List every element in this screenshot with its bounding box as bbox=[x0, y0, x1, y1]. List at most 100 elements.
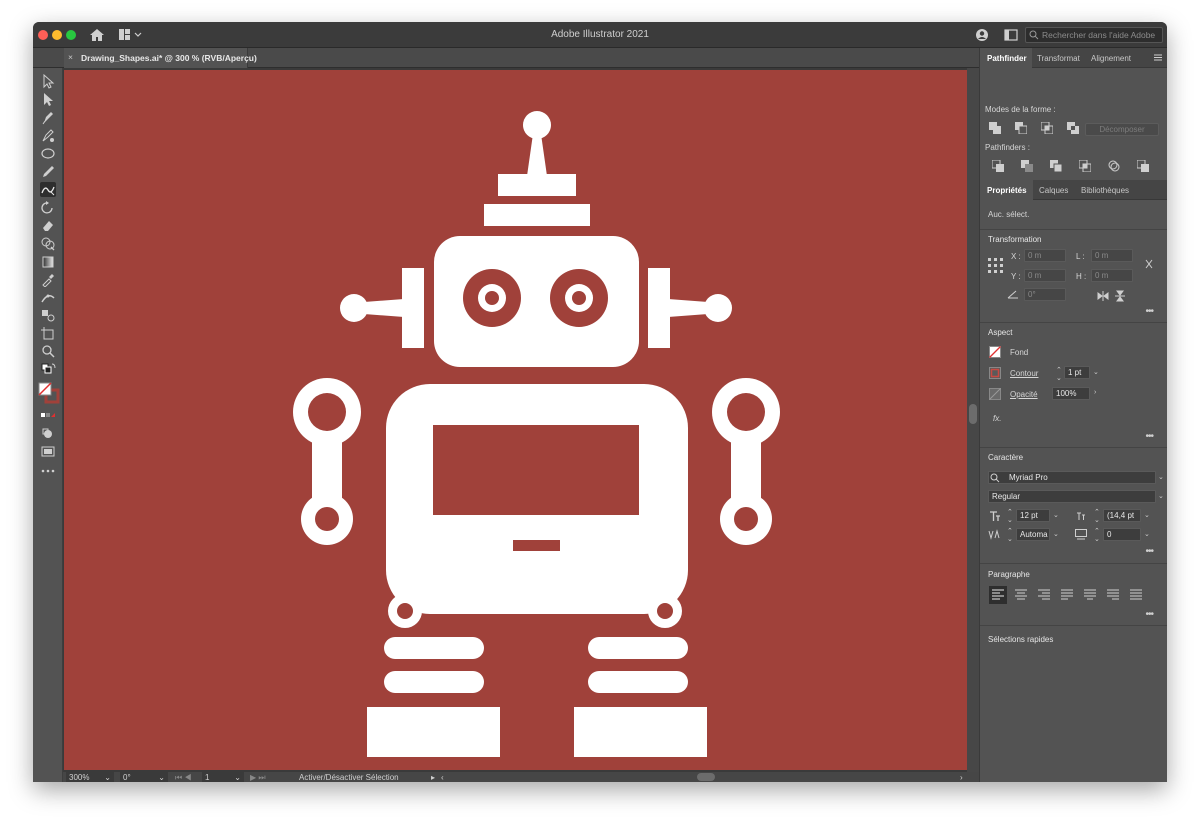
rotate-angle-field[interactable]: 0° bbox=[1024, 288, 1066, 301]
tab-libraries[interactable]: Bibliothèques bbox=[1081, 180, 1141, 200]
status-toggle-label[interactable]: Activer/Désactiver Sélection bbox=[299, 773, 399, 782]
panel-menu-icon[interactable] bbox=[1154, 53, 1162, 62]
close-document-icon[interactable]: × bbox=[68, 52, 73, 62]
robot-ear-left[interactable] bbox=[402, 268, 424, 348]
draw-mode-icon[interactable] bbox=[40, 426, 56, 441]
eraser-tool-icon[interactable] bbox=[40, 218, 56, 233]
robot-foot-right[interactable] bbox=[574, 707, 707, 757]
artboard-number-field[interactable]: 1 ⌄ bbox=[202, 772, 244, 782]
merge-icon[interactable] bbox=[1050, 160, 1062, 172]
stroke-stepper-icon[interactable]: ⌃ ⌄ bbox=[1056, 366, 1062, 382]
artboard[interactable] bbox=[64, 70, 968, 770]
curvature-tool-icon[interactable] bbox=[40, 128, 56, 143]
share-user-icon[interactable] bbox=[975, 28, 989, 42]
robot-ear-ball-left[interactable] bbox=[340, 294, 368, 322]
constrain-proportions-icon[interactable] bbox=[1143, 258, 1155, 270]
font-style-field[interactable]: Regular bbox=[988, 490, 1156, 503]
artboard-tool-icon[interactable] bbox=[40, 326, 56, 341]
font-family-dropdown-icon[interactable]: ⌄ bbox=[1158, 473, 1164, 481]
flip-horizontal-icon[interactable] bbox=[1097, 290, 1109, 302]
tracking-dropdown-icon[interactable]: ⌄ bbox=[1144, 530, 1150, 538]
rotation-field[interactable]: 0° ⌄ bbox=[120, 772, 168, 782]
y-field[interactable]: 0 m bbox=[1024, 269, 1066, 282]
robot-leg-ring-right-2[interactable] bbox=[588, 671, 688, 693]
justify-center-icon[interactable] bbox=[1084, 589, 1096, 601]
transform-more-icon[interactable]: ••• bbox=[1145, 306, 1153, 317]
width-tool-icon[interactable] bbox=[40, 290, 56, 305]
last-artboard-icon[interactable]: ▶ ⏭ bbox=[250, 773, 266, 782]
pen-tool-icon[interactable] bbox=[40, 110, 56, 125]
minus-back-icon[interactable] bbox=[1137, 160, 1149, 172]
height-field[interactable]: 0 m bbox=[1091, 269, 1133, 282]
opacity-field[interactable]: 100% bbox=[1052, 387, 1090, 400]
appearance-more-icon[interactable]: ••• bbox=[1145, 431, 1153, 442]
robot-antenna-base[interactable] bbox=[498, 174, 576, 196]
intersect-icon[interactable] bbox=[1041, 122, 1053, 134]
paragraph-more-icon[interactable]: ••• bbox=[1145, 609, 1153, 620]
width-field[interactable]: 0 m bbox=[1091, 249, 1133, 262]
font-style-dropdown-icon[interactable]: ⌄ bbox=[1158, 492, 1164, 500]
opacity-swatch-icon[interactable] bbox=[989, 388, 1001, 400]
align-center-icon[interactable] bbox=[1015, 589, 1027, 601]
align-left-icon[interactable] bbox=[989, 586, 1007, 604]
shaper-tool-icon[interactable] bbox=[40, 182, 56, 197]
ellipse-tool-icon[interactable] bbox=[40, 146, 56, 161]
crop-icon[interactable] bbox=[1079, 160, 1091, 172]
align-right-icon[interactable] bbox=[1038, 589, 1050, 601]
zoom-tool-icon[interactable] bbox=[40, 344, 56, 359]
tracking-stepper-icon[interactable]: ⌃ ⌄ bbox=[1094, 527, 1100, 543]
effects-fx-icon[interactable]: fx. bbox=[993, 414, 1001, 423]
justify-all-icon[interactable] bbox=[1130, 589, 1142, 601]
stroke-label[interactable]: Contour bbox=[1010, 369, 1038, 378]
horizontal-scroll-thumb[interactable] bbox=[697, 773, 715, 781]
opacity-arrow-icon[interactable]: › bbox=[1094, 389, 1096, 396]
scroll-right-icon[interactable]: › bbox=[960, 773, 963, 782]
robot-mouth-slot[interactable] bbox=[513, 540, 560, 551]
help-search-input[interactable]: Rechercher dans l'aide Adobe bbox=[1025, 27, 1163, 43]
leading-dropdown-icon[interactable]: ⌄ bbox=[1144, 511, 1150, 519]
justify-left-icon[interactable] bbox=[1061, 589, 1073, 601]
document-tab[interactable]: × Drawing_Shapes.ai* @ 300 % (RVB/Aperçu… bbox=[64, 48, 257, 68]
first-artboard-icon[interactable]: ⏮ ◀ bbox=[175, 773, 192, 782]
flip-vertical-icon[interactable] bbox=[1114, 290, 1126, 302]
font-size-field[interactable]: 12 pt bbox=[1016, 509, 1050, 522]
opacity-label[interactable]: Opacité bbox=[1010, 390, 1038, 399]
minus-front-icon[interactable] bbox=[1015, 122, 1027, 134]
gradient-tool-icon[interactable] bbox=[40, 254, 56, 269]
reference-point-icon[interactable] bbox=[988, 258, 1003, 273]
robot-ear-right[interactable] bbox=[648, 268, 670, 348]
canvas-area[interactable] bbox=[63, 68, 979, 772]
font-family-field[interactable]: Myriad Pro bbox=[988, 471, 1156, 484]
fill-stroke-swatch-icon[interactable] bbox=[37, 381, 61, 405]
leading-stepper-icon[interactable]: ⌃ ⌄ bbox=[1094, 508, 1100, 524]
divide-icon[interactable] bbox=[992, 160, 1004, 172]
font-size-dropdown-icon[interactable]: ⌄ bbox=[1053, 511, 1059, 519]
tab-transform[interactable]: Transformat bbox=[1037, 48, 1086, 68]
stroke-weight-field[interactable]: 1 pt bbox=[1064, 366, 1090, 379]
tab-properties[interactable]: Propriétés bbox=[980, 180, 1033, 200]
robot-leg-ring-left-2[interactable] bbox=[384, 671, 484, 693]
edit-toolbar-icon[interactable] bbox=[40, 464, 56, 479]
stroke-weight-dropdown-icon[interactable]: ⌄ bbox=[1093, 368, 1099, 376]
robot-foot-left[interactable] bbox=[367, 707, 500, 757]
robot-leg-ring-right-1[interactable] bbox=[588, 637, 688, 659]
shape-builder-tool-icon[interactable] bbox=[40, 236, 56, 251]
panel-arrange-icon[interactable] bbox=[1004, 28, 1018, 42]
robot-hat-plate[interactable] bbox=[484, 204, 590, 226]
scroll-left-icon[interactable]: ‹ bbox=[441, 773, 444, 782]
font-size-stepper-icon[interactable]: ⌃ ⌄ bbox=[1007, 508, 1013, 524]
unite-icon[interactable] bbox=[989, 122, 1001, 134]
rotate-tool-icon[interactable] bbox=[40, 200, 56, 215]
vertical-scroll-thumb[interactable] bbox=[969, 404, 977, 424]
screen-mode-icon[interactable] bbox=[40, 444, 56, 459]
blend-tool-icon[interactable] bbox=[40, 308, 56, 323]
robot-leg-ring-left-1[interactable] bbox=[384, 637, 484, 659]
robot-ear-stick-left[interactable] bbox=[364, 299, 404, 317]
expand-button[interactable]: Décomposer bbox=[1085, 123, 1159, 136]
robot-ear-ball-right[interactable] bbox=[704, 294, 732, 322]
x-field[interactable]: 0 m bbox=[1024, 249, 1066, 262]
kerning-stepper-icon[interactable]: ⌃ ⌄ bbox=[1007, 527, 1013, 543]
direct-selection-tool-icon[interactable] bbox=[40, 92, 56, 107]
robot-antenna-stem[interactable] bbox=[527, 134, 547, 176]
kerning-dropdown-icon[interactable]: ⌄ bbox=[1053, 530, 1059, 538]
